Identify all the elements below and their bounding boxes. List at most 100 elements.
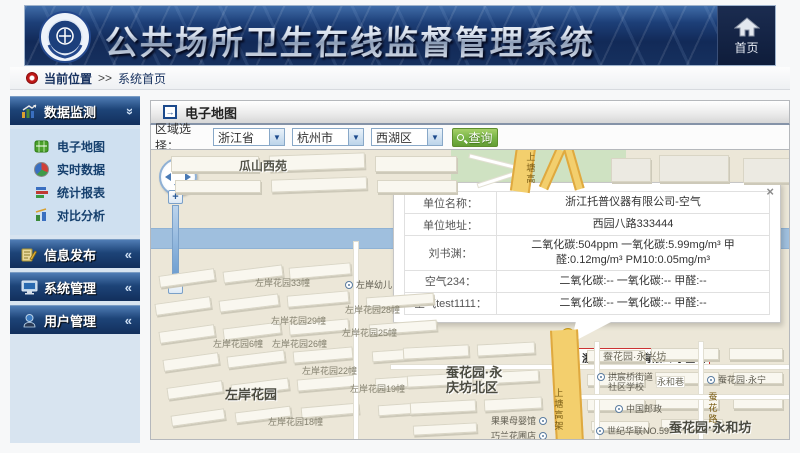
poi-icon bbox=[707, 376, 715, 384]
poi-icon bbox=[596, 427, 604, 435]
map-icon bbox=[34, 139, 49, 154]
map-label: 左岸花园22幢 bbox=[302, 366, 357, 376]
map-label-text: 左岸花园 bbox=[225, 387, 277, 402]
query-button[interactable]: 查询 bbox=[452, 128, 498, 147]
sidebar-item-label: 统计报表 bbox=[57, 184, 105, 201]
map-label: 永和巷 bbox=[657, 377, 684, 387]
home-icon bbox=[734, 17, 760, 37]
map-label-text: 上塘高 bbox=[525, 152, 535, 185]
map-label-text: 左岸花园26幢 bbox=[272, 339, 327, 349]
breadcrumb-current[interactable]: 系统首页 bbox=[118, 70, 166, 87]
sidebar-item-label: 对比分析 bbox=[57, 207, 105, 224]
notepad-pencil-icon bbox=[18, 247, 40, 262]
map-label-text: 左岸花园19幢 bbox=[350, 384, 405, 394]
map-label: 蚕花园·永兴坊 bbox=[603, 352, 666, 364]
app-title: 公共场所卫生在线监督管理系统 bbox=[104, 16, 596, 64]
region-filter-bar: 区域选择： 浙江省 ▼ 杭州市 ▼ 西湖区 ▼ 查询 bbox=[150, 125, 790, 149]
map-label-text: 左岸花园6幢 bbox=[213, 339, 263, 349]
map-label: 世纪华联NO.59 bbox=[596, 426, 669, 436]
map-label-text: 左岸花园22幢 bbox=[302, 366, 357, 376]
map-label-text: 蚕花园·永兴坊 bbox=[603, 352, 666, 363]
chevron-collapsed-icon: « bbox=[125, 247, 132, 262]
map-label: 上塘高 bbox=[525, 152, 535, 185]
map-labels-layer: 瓜山西苑左岸花园33幢左岸幼儿左岸花园29幢左岸花园28幢左岸花园25幢左岸花园… bbox=[151, 150, 789, 439]
sidebar-item-comparative-analysis[interactable]: 对比分析 bbox=[10, 204, 140, 227]
section-label: 信息发布 bbox=[44, 245, 125, 264]
sidebar-item-statistical-report[interactable]: 统计报表 bbox=[10, 181, 140, 204]
sidebar-section-system-manage[interactable]: 系统管理 « bbox=[10, 272, 140, 301]
map-label-text: 拱宸桥街道 社区学校 bbox=[608, 372, 653, 393]
pie-chart-icon bbox=[34, 162, 49, 177]
search-icon bbox=[457, 134, 464, 141]
health-inspection-logo bbox=[39, 11, 91, 63]
city-value: 杭州市 bbox=[293, 129, 348, 146]
map-label-text: 左岸幼儿 bbox=[356, 280, 392, 290]
map-area-label: 蚕花园·永 庆坊北区 bbox=[446, 366, 502, 396]
map-area-label: 左岸花园 bbox=[225, 388, 277, 403]
map-label-text: 左岸花园25幢 bbox=[342, 328, 397, 338]
map-label: 巧兰花圃店 bbox=[491, 431, 547, 440]
breadcrumb: 当前位置 >> 系统首页 bbox=[10, 67, 790, 90]
map-label: 左岸幼儿 bbox=[345, 280, 392, 290]
chevron-collapsed-icon: « bbox=[125, 280, 132, 295]
city-select[interactable]: 杭州市 ▼ bbox=[292, 128, 364, 146]
poi-icon bbox=[345, 281, 353, 289]
breadcrumb-prefix: 当前位置 bbox=[44, 70, 92, 87]
location-icon bbox=[26, 72, 38, 84]
district-select[interactable]: 西湖区 ▼ bbox=[371, 128, 443, 146]
map-label-text: 蚕花园·永宁 bbox=[718, 375, 766, 385]
chevron-down-icon: ▼ bbox=[427, 129, 442, 145]
map-label: 拱宸桥街道 社区学校 bbox=[597, 372, 653, 393]
map-label: 上塘高架 bbox=[553, 388, 563, 432]
sidebar-section-info-publish[interactable]: 信息发布 « bbox=[10, 239, 140, 268]
bar-report-icon bbox=[34, 185, 49, 200]
chevron-collapsed-icon: « bbox=[125, 313, 132, 328]
sidebar-section-user-manage[interactable]: 用户管理 « bbox=[10, 305, 140, 334]
app-window: 公共场所卫生在线监督管理系统 首页 当前位置 >> 系统首页 数据监测 « bbox=[0, 0, 800, 453]
map-label-text: 世纪华联NO.59 bbox=[607, 426, 669, 436]
poi-icon bbox=[615, 405, 623, 413]
map-label-text: 左岸花园33幢 bbox=[255, 278, 310, 288]
map-label: 果果母婴馆 bbox=[491, 416, 547, 426]
query-button-label: 查询 bbox=[468, 129, 492, 146]
map-label-text: 巧兰花圃店 bbox=[491, 431, 536, 440]
map-canvas[interactable]: 瓜山西苑左岸花园33幢左岸幼儿左岸花园29幢左岸花园28幢左岸花园25幢左岸花园… bbox=[150, 149, 790, 440]
map-label: 左岸花园6幢 bbox=[213, 339, 263, 349]
sidebar-item-label: 电子地图 bbox=[57, 138, 105, 155]
chevron-expanded-icon: « bbox=[121, 107, 136, 114]
chevron-down-icon: ▼ bbox=[269, 129, 284, 145]
map-label: 左岸花园19幢 bbox=[350, 384, 405, 394]
computer-icon bbox=[18, 280, 40, 295]
sidebar-item-label: 实时数据 bbox=[57, 161, 105, 178]
map-label-text: 中国邮政 bbox=[626, 404, 662, 414]
home-button[interactable]: 首页 bbox=[717, 6, 775, 66]
chart-growth-icon bbox=[18, 104, 40, 119]
sidebar-submenu: 电子地图 实时数据 统计报表 对比分析 bbox=[10, 129, 140, 235]
home-label: 首页 bbox=[734, 39, 758, 56]
sidebar-item-electronic-map[interactable]: 电子地图 bbox=[10, 135, 140, 158]
poi-icon bbox=[539, 432, 547, 440]
compare-chart-icon bbox=[34, 208, 49, 223]
province-value: 浙江省 bbox=[214, 129, 269, 146]
section-label: 系统管理 bbox=[44, 278, 125, 297]
content-tab-bar: → 电子地图 bbox=[150, 100, 790, 125]
map-label: 左岸花园26幢 bbox=[272, 339, 327, 349]
sidebar: 数据监测 « 电子地图 实时数据 统计报表 bbox=[10, 96, 140, 443]
section-label: 用户管理 bbox=[44, 311, 125, 330]
arrow-box-icon: → bbox=[163, 105, 177, 119]
tab-title: 电子地图 bbox=[185, 103, 237, 122]
map-label-text: 永和巷 bbox=[657, 377, 684, 387]
map-label-text: 蚕花园·永 庆坊北区 bbox=[446, 365, 502, 395]
sidebar-item-realtime-data[interactable]: 实时数据 bbox=[10, 158, 140, 181]
map-label-text: 上塘高架 bbox=[553, 388, 563, 432]
map-label-text: 瓜山西苑 bbox=[239, 159, 287, 173]
sidebar-section-data-monitoring[interactable]: 数据监测 « bbox=[10, 96, 140, 125]
map-area-label: 瓜山西苑 bbox=[239, 160, 287, 174]
map-label-text: 左岸花园18幢 bbox=[268, 417, 323, 427]
section-label: 数据监测 bbox=[44, 102, 125, 121]
map-label: 中国邮政 bbox=[615, 404, 662, 414]
map-label-text: 左岸花园28幢 bbox=[345, 305, 400, 315]
province-select[interactable]: 浙江省 ▼ bbox=[213, 128, 285, 146]
map-label: 左岸花园33幢 bbox=[255, 278, 310, 288]
chevron-down-icon: ▼ bbox=[348, 129, 363, 145]
